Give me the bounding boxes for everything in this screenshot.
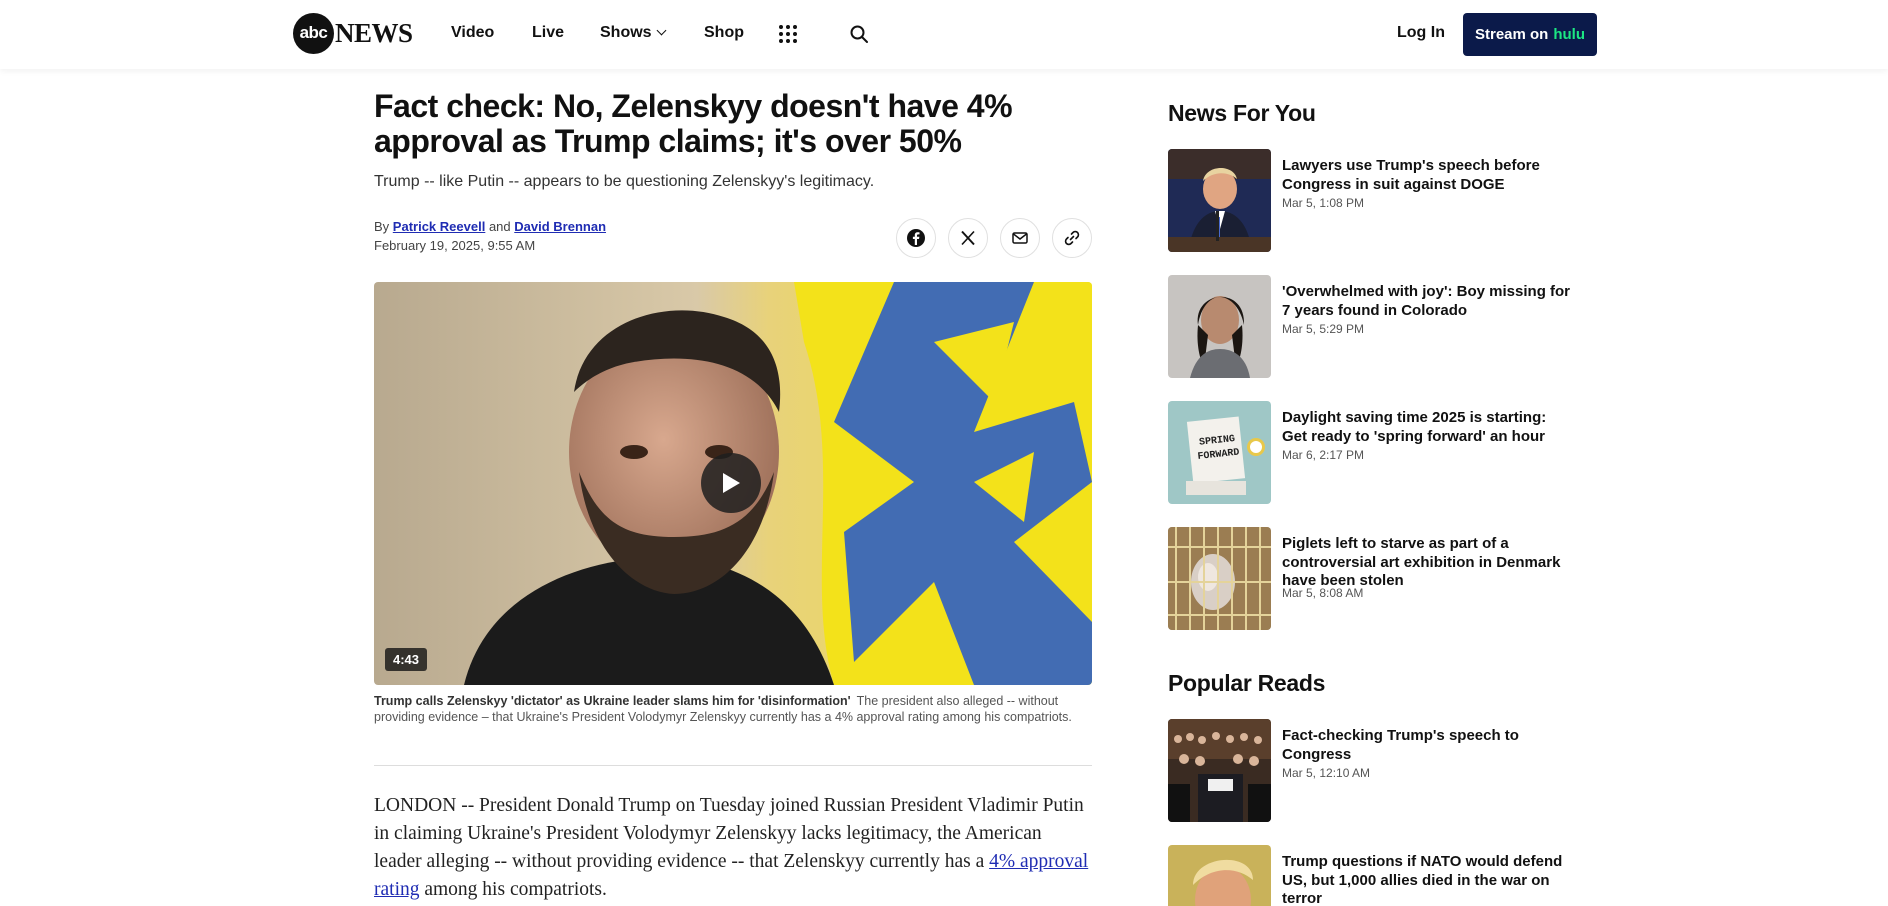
story-title[interactable]: Lawyers use Trump's speech before Congre… <box>1282 157 1574 194</box>
story-thumbnail <box>1168 275 1271 378</box>
news-for-you-item[interactable]: Piglets left to starve as part of a cont… <box>1168 527 1588 631</box>
play-icon <box>723 473 740 493</box>
nav-shows-label: Shows <box>600 24 652 41</box>
video-player[interactable]: 4:43 <box>374 282 1092 685</box>
video-caption: Trump calls Zelenskyy 'dictator' as Ukra… <box>374 694 1092 725</box>
x-twitter-icon <box>961 230 975 246</box>
story-title[interactable]: 'Overwhelmed with joy': Boy missing for … <box>1282 283 1574 320</box>
search-icon[interactable] <box>849 24 869 44</box>
stream-label: Stream on <box>1474 26 1549 43</box>
body-intro: LONDON -- President Donald Trump on Tues… <box>374 795 1084 872</box>
email-icon <box>1012 232 1028 244</box>
story-thumbnail <box>1168 149 1271 252</box>
story-timestamp: Mar 5, 8:08 AM <box>1282 586 1364 600</box>
story-thumbnail <box>1168 719 1271 822</box>
hulu-brand: hulu <box>1553 26 1585 43</box>
link-icon <box>1064 230 1080 246</box>
top-navigation-bar: abc NEWS Video Live Shows Shop Log In St… <box>0 0 1888 69</box>
facebook-icon <box>907 229 925 247</box>
story-timestamp: Mar 5, 12:10 AM <box>1282 766 1371 780</box>
story-timestamp: Mar 6, 2:17 PM <box>1282 448 1365 462</box>
news-wordmark: NEWS <box>335 17 413 48</box>
story-title[interactable]: Fact-checking Trump's speech to Congress <box>1282 727 1574 764</box>
byline-prefix: By <box>374 219 390 234</box>
nav-live[interactable]: Live <box>532 24 564 42</box>
video-caption-title[interactable]: Trump calls Zelenskyy 'dictator' as Ukra… <box>374 694 851 708</box>
nav-shows[interactable]: Shows <box>600 24 667 42</box>
byline: By Patrick Reevell and David Brennan <box>374 219 606 234</box>
share-email-button[interactable] <box>1000 218 1040 258</box>
nav-video[interactable]: Video <box>451 24 494 42</box>
chevron-down-icon <box>656 25 667 36</box>
story-title[interactable]: Piglets left to starve as part of a cont… <box>1282 535 1574 591</box>
apps-grid-icon[interactable] <box>779 25 797 43</box>
story-thumbnail: SPRING FORWARD <box>1168 401 1271 504</box>
stream-on-hulu-button[interactable]: Stream on hulu <box>1463 13 1597 56</box>
news-for-you-item[interactable]: 'Overwhelmed with joy': Boy missing for … <box>1168 275 1588 379</box>
story-title[interactable]: Trump questions if NATO would defend US,… <box>1282 853 1574 906</box>
abc-logo-circle: abc <box>293 12 334 54</box>
article-body-paragraph: LONDON -- President Donald Trump on Tues… <box>374 792 1092 904</box>
play-button[interactable] <box>701 453 761 513</box>
story-thumbnail <box>1168 527 1271 630</box>
body-end: among his compatriots. <box>424 879 607 900</box>
popular-reads-item[interactable]: Trump questions if NATO would defend US,… <box>1168 845 1588 906</box>
news-for-you-item[interactable]: SPRING FORWARD Daylight saving time 2025… <box>1168 401 1588 505</box>
publish-date: February 19, 2025, 9:55 AM <box>374 238 536 253</box>
story-title[interactable]: Daylight saving time 2025 is starting: G… <box>1282 409 1574 446</box>
news-for-you-item[interactable]: Lawyers use Trump's speech before Congre… <box>1168 149 1588 253</box>
story-timestamp: Mar 5, 5:29 PM <box>1282 322 1365 336</box>
share-facebook-button[interactable] <box>896 218 936 258</box>
nav-shop[interactable]: Shop <box>704 24 744 42</box>
article-subheadline: Trump -- like Putin -- appears to be que… <box>374 173 875 190</box>
share-x-button[interactable] <box>948 218 988 258</box>
article-headline: Fact check: No, Zelenskyy doesn't have 4… <box>374 88 1013 159</box>
login-link[interactable]: Log In <box>1397 24 1445 42</box>
story-thumbnail <box>1168 845 1271 906</box>
popular-reads-heading: Popular Reads <box>1168 670 1326 696</box>
byline-and: and <box>488 219 511 234</box>
video-duration-badge: 4:43 <box>385 648 428 671</box>
abc-news-logo[interactable]: abc NEWS <box>293 12 413 54</box>
story-timestamp: Mar 5, 1:08 PM <box>1282 196 1365 210</box>
author-link-patrick-reevell[interactable]: Patrick Reevell <box>393 219 486 234</box>
popular-reads-item[interactable]: Fact-checking Trump's speech to Congress… <box>1168 719 1588 823</box>
author-link-david-brennan[interactable]: David Brennan <box>514 219 606 234</box>
divider <box>374 765 1092 766</box>
news-for-you-heading: News For You <box>1168 100 1316 126</box>
copy-link-button[interactable] <box>1052 218 1092 258</box>
